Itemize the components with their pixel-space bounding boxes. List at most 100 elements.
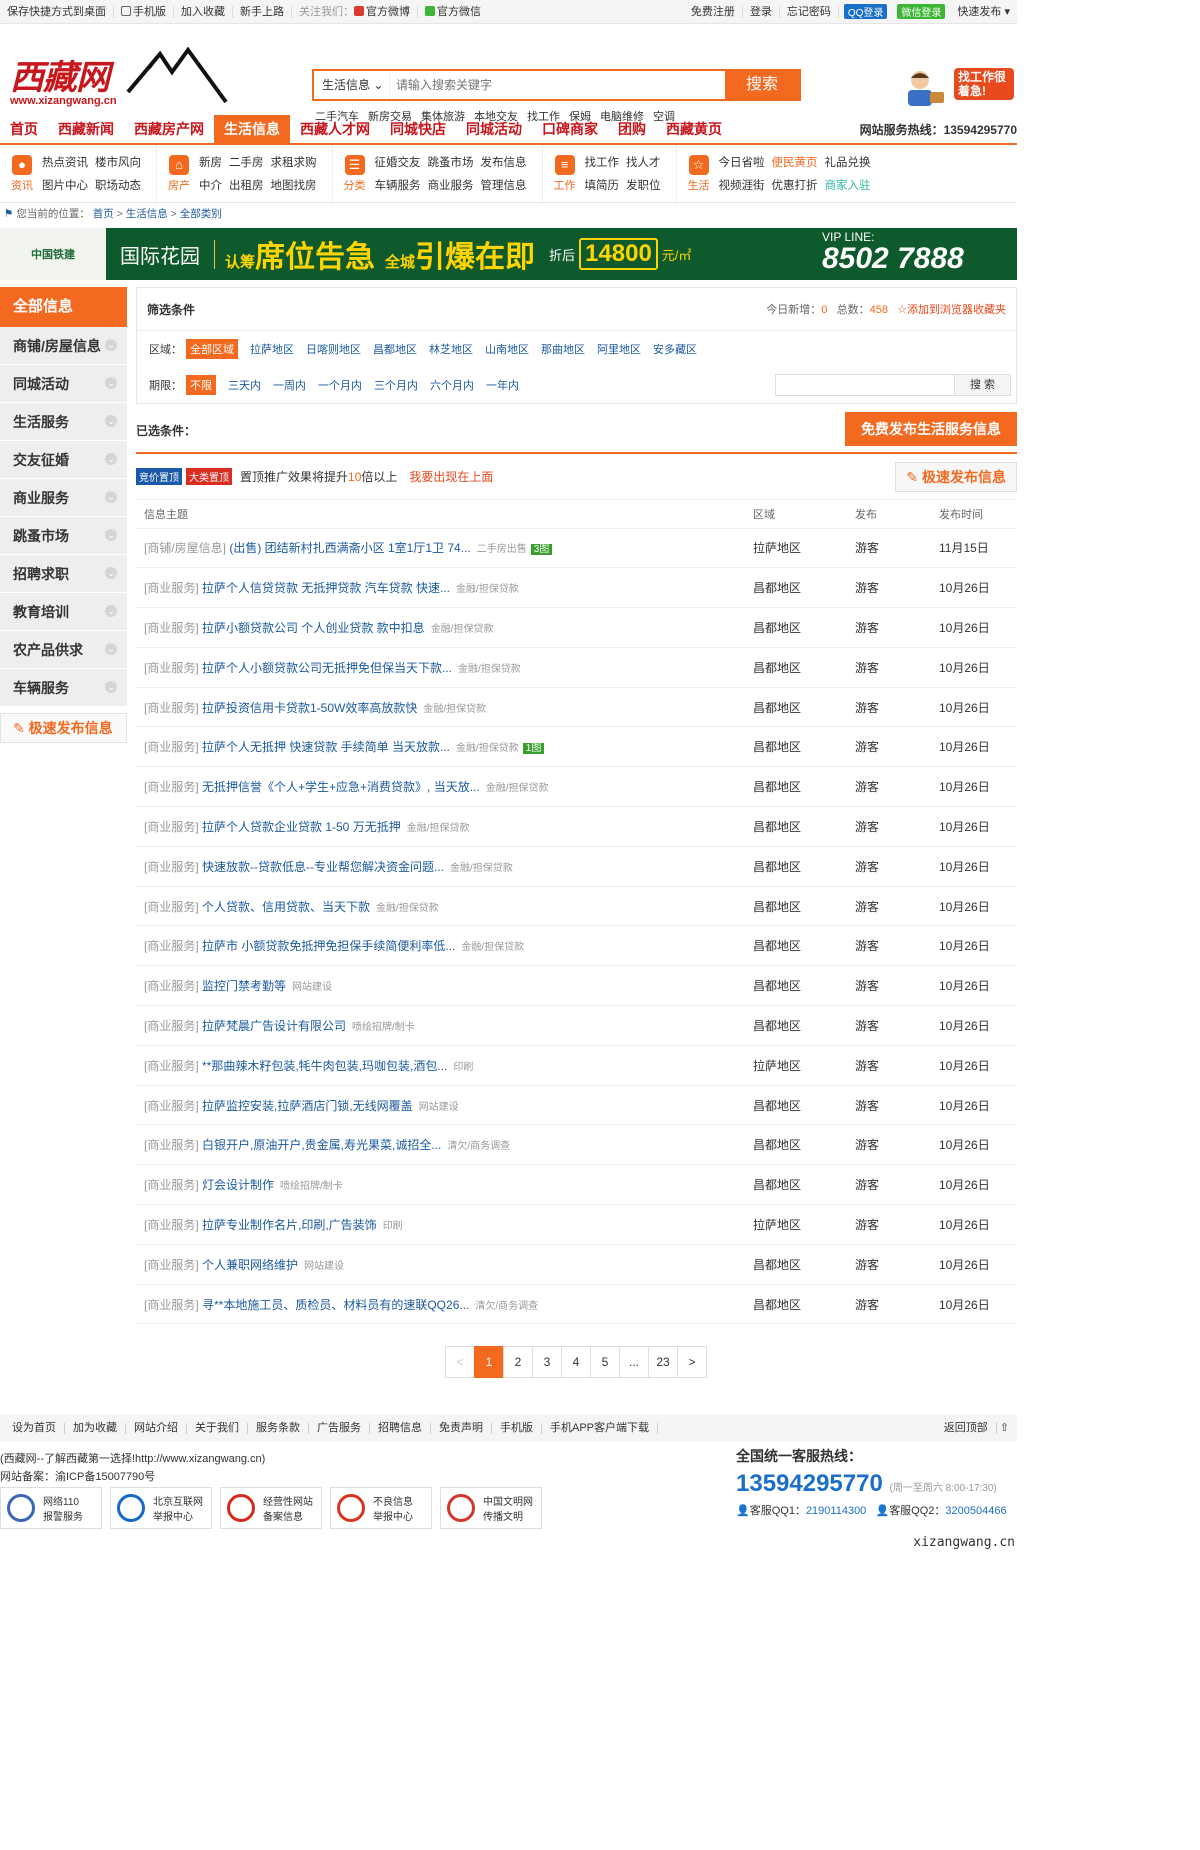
site-logo[interactable]: 西藏网 www.xizangwang.cn: [10, 44, 230, 124]
subnav-link[interactable]: 二手房: [229, 157, 264, 169]
table-row[interactable]: [商业服务] 拉萨个人无抵押 快速贷款 手续简单 当天放款... 金融/担保贷款 1…: [136, 726, 1017, 768]
quick-post-button[interactable]: ✎ 极速发布信息: [895, 461, 1017, 492]
listing-title-link[interactable]: 拉萨个人信贷贷款 无抵押贷款 汽车贷款 快速...: [199, 581, 450, 595]
subnav-link[interactable]: 中介: [199, 180, 222, 192]
listing-title-link[interactable]: 灯会设计制作: [199, 1178, 274, 1192]
quick-post-menu[interactable]: 快速发布 ▾: [950, 6, 1017, 18]
subnav-link[interactable]: 热点资讯: [42, 157, 88, 169]
certification-badge[interactable]: 经营性网站 备案信息: [220, 1487, 322, 1530]
certification-badge[interactable]: 北京互联网 举报中心: [110, 1487, 212, 1530]
subnav-link[interactable]: 求租求购: [271, 157, 317, 169]
footer-link[interactable]: 服务条款: [248, 1422, 309, 1434]
listing-title-link[interactable]: (出售) 团结新村扎西满斋小区 1室1厅1卫 74...: [226, 541, 470, 555]
table-row[interactable]: [商业服务] 白银开户,原油开户,贵金属,寿光果菜,诚招全... 清欠/商务调查 昌…: [136, 1124, 1017, 1166]
table-row[interactable]: [商业服务] 拉萨个人贷款企业贷款 1-50 万无抵押 金融/担保贷款 昌都地区 游客…: [136, 806, 1017, 847]
listing-category[interactable]: [商铺/房屋信息]: [144, 541, 226, 555]
subnav-link[interactable]: 填简历: [585, 180, 620, 192]
pager-page-button[interactable]: 4: [561, 1346, 591, 1379]
topbar-link[interactable]: 手机版: [114, 5, 174, 18]
nav-item[interactable]: 生活信息: [214, 115, 290, 143]
certification-badge[interactable]: 不良信息 举报中心: [330, 1487, 432, 1530]
breadcrumb-life-info[interactable]: 生活信息: [126, 208, 168, 220]
subnav-link[interactable]: 发职位: [626, 180, 661, 192]
sidebar-item[interactable]: 交友征婚 ⌄: [0, 441, 127, 479]
nav-item[interactable]: 同城快店: [380, 115, 456, 143]
job-ad[interactable]: 找工作很着急!: [898, 68, 1016, 110]
sidebar-quick-post-button[interactable]: ✎ 极速发布信息: [0, 713, 127, 743]
listing-category[interactable]: [商业服务]: [144, 1218, 199, 1232]
period-option[interactable]: 一周内: [273, 377, 306, 393]
subnav-link[interactable]: 管理信息: [481, 180, 527, 192]
qq2-link[interactable]: 3200504466: [945, 1505, 1006, 1517]
listing-category[interactable]: [商业服务]: [144, 701, 199, 715]
wechat-login-button[interactable]: 微信登录: [897, 4, 946, 19]
qq1-link[interactable]: 2190114300: [806, 1505, 866, 1517]
table-row[interactable]: [商业服务] 拉萨专业制作名片,印刷,广告装饰 印刷 拉萨地区 游客 10月26日: [136, 1204, 1017, 1245]
category-top-tag[interactable]: 大类置顶: [186, 468, 232, 485]
period-option[interactable]: 三天内: [228, 377, 261, 393]
sidebar-item[interactable]: 商铺/房屋信息 ⌄: [0, 327, 127, 365]
table-row[interactable]: [商业服务] 个人兼职网络维护 网站建设 昌都地区 游客 10月26日: [136, 1244, 1017, 1285]
nav-item[interactable]: 同城活动: [456, 115, 532, 143]
subnav-link[interactable]: 征婚交友: [375, 157, 421, 169]
subnav-link[interactable]: 视频涯街: [719, 180, 765, 192]
table-row[interactable]: [商铺/房屋信息] (出售) 团结新村扎西满斋小区 1室1厅1卫 74... 二手…: [136, 528, 1017, 569]
pager-page-button[interactable]: 3: [532, 1346, 562, 1379]
listing-category[interactable]: [商业服务]: [144, 860, 199, 874]
listing-category[interactable]: [商业服务]: [144, 1258, 199, 1272]
back-to-top[interactable]: 返回顶部 ⇧: [928, 1421, 1017, 1434]
breadcrumb-all-categories[interactable]: 全部类别: [180, 208, 222, 220]
listing-category[interactable]: [商业服务]: [144, 979, 199, 993]
footer-link[interactable]: 关于我们: [187, 1422, 248, 1434]
nav-item[interactable]: 西藏新闻: [48, 115, 124, 143]
subnav-link[interactable]: 商业服务: [428, 180, 474, 192]
subnav-link[interactable]: 新房: [199, 157, 222, 169]
add-favorite-link[interactable]: ☆添加到浏览器收藏夹: [897, 304, 1006, 316]
pager-page-button[interactable]: 2: [503, 1346, 533, 1379]
topbar-account-link[interactable]: 免费注册: [684, 5, 743, 18]
subnav-link[interactable]: 跳蚤市场: [428, 157, 474, 169]
listing-title-link[interactable]: 拉萨投资信用卡贷款1-50W效率高放款快: [199, 701, 417, 715]
sidebar-item[interactable]: 招聘求职 ⌄: [0, 555, 127, 593]
sidebar-item[interactable]: 教育培训 ⌄: [0, 593, 127, 631]
listing-title-link[interactable]: 快速放款--贷款低息--专业帮您解决资金问题...: [199, 860, 444, 874]
listing-category[interactable]: [商业服务]: [144, 581, 199, 595]
region-option[interactable]: 林芝地区: [429, 341, 473, 357]
table-row[interactable]: [商业服务] **那曲辣木籽包装,牦牛肉包装,玛咖包装,酒包... 印刷 拉萨地区游…: [136, 1045, 1017, 1086]
listing-category[interactable]: [商业服务]: [144, 900, 199, 914]
nav-item[interactable]: 口碑商家: [532, 115, 608, 143]
search-button[interactable]: 搜索: [725, 71, 799, 99]
subnav-link[interactable]: 优惠打折: [772, 180, 818, 192]
listing-title-link[interactable]: 无抵押信誉《个人+学生+应急+消费贷款》, 当天放...: [199, 780, 480, 794]
topbar-account-link[interactable]: 登录: [743, 5, 780, 18]
subnav-link[interactable]: 便民黄页: [772, 157, 818, 169]
topbar-account-link[interactable]: 忘记密码: [780, 5, 839, 18]
table-row[interactable]: [商业服务] 拉萨市 小额贷款免抵押免担保手续简便利率低... 金融/担保贷款 昌都…: [136, 925, 1017, 967]
footer-link[interactable]: 手机版: [492, 1422, 542, 1434]
listing-category[interactable]: [商业服务]: [144, 1178, 199, 1192]
sidebar-item[interactable]: 生活服务 ⌄: [0, 403, 127, 441]
listing-category[interactable]: [商业服务]: [144, 939, 199, 953]
region-option[interactable]: 阿里地区: [597, 341, 641, 357]
table-row[interactable]: [商业服务] 拉萨个人小额贷款公司无抵押免但保当天下款... 金融/担保贷款 昌都地…: [136, 647, 1017, 688]
listing-title-link[interactable]: 拉萨个人贷款企业贷款 1-50 万无抵押: [199, 820, 401, 834]
listing-category[interactable]: [商业服务]: [144, 1138, 199, 1152]
subnav-link[interactable]: 找工作: [585, 157, 620, 169]
listing-title-link[interactable]: 拉萨个人无抵押 快速贷款 手续简单 当天放款...: [199, 740, 450, 754]
breadcrumb-home[interactable]: 首页: [93, 208, 114, 220]
pager-page-button[interactable]: 1: [474, 1346, 504, 1379]
sidebar-item[interactable]: 农产品供求 ⌄: [0, 631, 127, 669]
search-input[interactable]: [390, 71, 725, 99]
weixin-link[interactable]: 官方微信: [418, 5, 488, 18]
pager-page-button[interactable]: ...: [619, 1346, 649, 1379]
listing-title-link[interactable]: **那曲辣木籽包装,牦牛肉包装,玛咖包装,酒包...: [199, 1059, 447, 1073]
subnav-link[interactable]: 车辆服务: [375, 180, 421, 192]
footer-link[interactable]: 招聘信息: [370, 1422, 431, 1434]
subnav-link[interactable]: 今日省啦: [719, 157, 765, 169]
subnav-link[interactable]: 出租房: [229, 180, 264, 192]
footer-link[interactable]: 设为首页: [4, 1422, 65, 1434]
footer-link[interactable]: 免责声明: [431, 1422, 492, 1434]
sidebar-item[interactable]: 车辆服务 ⌄: [0, 669, 127, 707]
bid-top-tag[interactable]: 竞价置顶: [136, 468, 182, 485]
listing-category[interactable]: [商业服务]: [144, 621, 199, 635]
